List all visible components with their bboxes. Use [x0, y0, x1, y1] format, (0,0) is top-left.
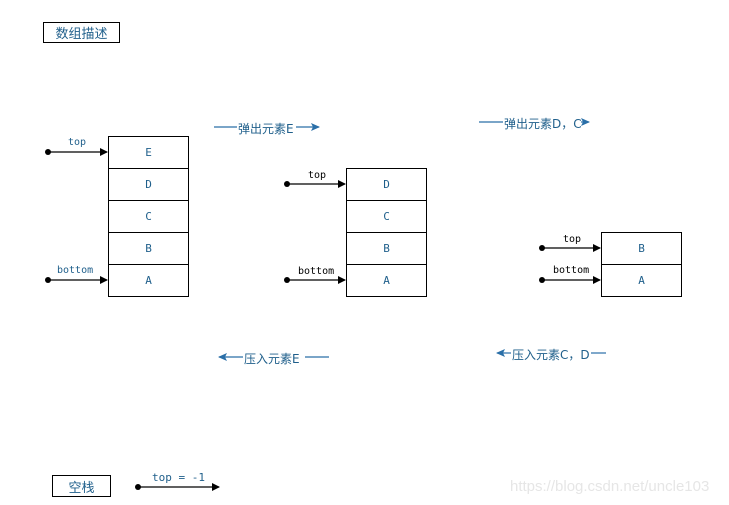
- stack-cell: A: [602, 265, 681, 297]
- bottom-pointer-label: bottom: [57, 265, 94, 276]
- bottom-pointer-arrow: [539, 276, 601, 284]
- bottom-pointer-label: bottom: [553, 265, 590, 276]
- top-pointer-label: top: [308, 170, 327, 181]
- bottom-pointer-arrow: [284, 276, 346, 284]
- stack-cell: B: [602, 233, 681, 265]
- stack-cell: A: [347, 265, 426, 297]
- stack-cell: B: [347, 233, 426, 265]
- top-pointer-arrow: [284, 180, 346, 188]
- top-pointer-label: top: [68, 137, 87, 148]
- bottom-pointer-arrow: [45, 276, 108, 284]
- title-label: 数组描述: [55, 27, 108, 42]
- bottom-pointer-label: bottom: [298, 266, 335, 277]
- stack-cell: D: [347, 169, 426, 201]
- stack-initial: E D C B A: [108, 136, 189, 297]
- pop-dc-label: 弹出元素D，C: [504, 117, 582, 131]
- top-pointer-arrow: [539, 244, 601, 252]
- title-box: 数组描述: [43, 22, 120, 43]
- stack-after-pop-dc: B A: [601, 232, 682, 297]
- stack-cell: B: [109, 233, 188, 265]
- empty-stack-box: 空栈: [52, 475, 111, 497]
- watermark: https://blog.csdn.net/uncle103: [510, 478, 710, 495]
- stack-after-pop-e: D C B A: [346, 168, 427, 297]
- top-pointer-arrow: [45, 148, 108, 156]
- empty-top-pointer-arrow: [135, 483, 220, 491]
- stack-cell: C: [109, 201, 188, 233]
- push-e-label: 压入元素E: [244, 352, 300, 366]
- empty-top-pointer-label: top = -1: [152, 471, 205, 484]
- empty-stack-label: 空栈: [68, 480, 95, 496]
- top-pointer-label: top: [563, 234, 582, 245]
- stack-cell: E: [109, 137, 188, 169]
- stack-cell: C: [347, 201, 426, 233]
- push-cd-label: 压入元素C，D: [512, 348, 590, 362]
- stack-cell: D: [109, 169, 188, 201]
- stack-cell: A: [109, 265, 188, 297]
- pop-e-label: 弹出元素E: [238, 122, 294, 136]
